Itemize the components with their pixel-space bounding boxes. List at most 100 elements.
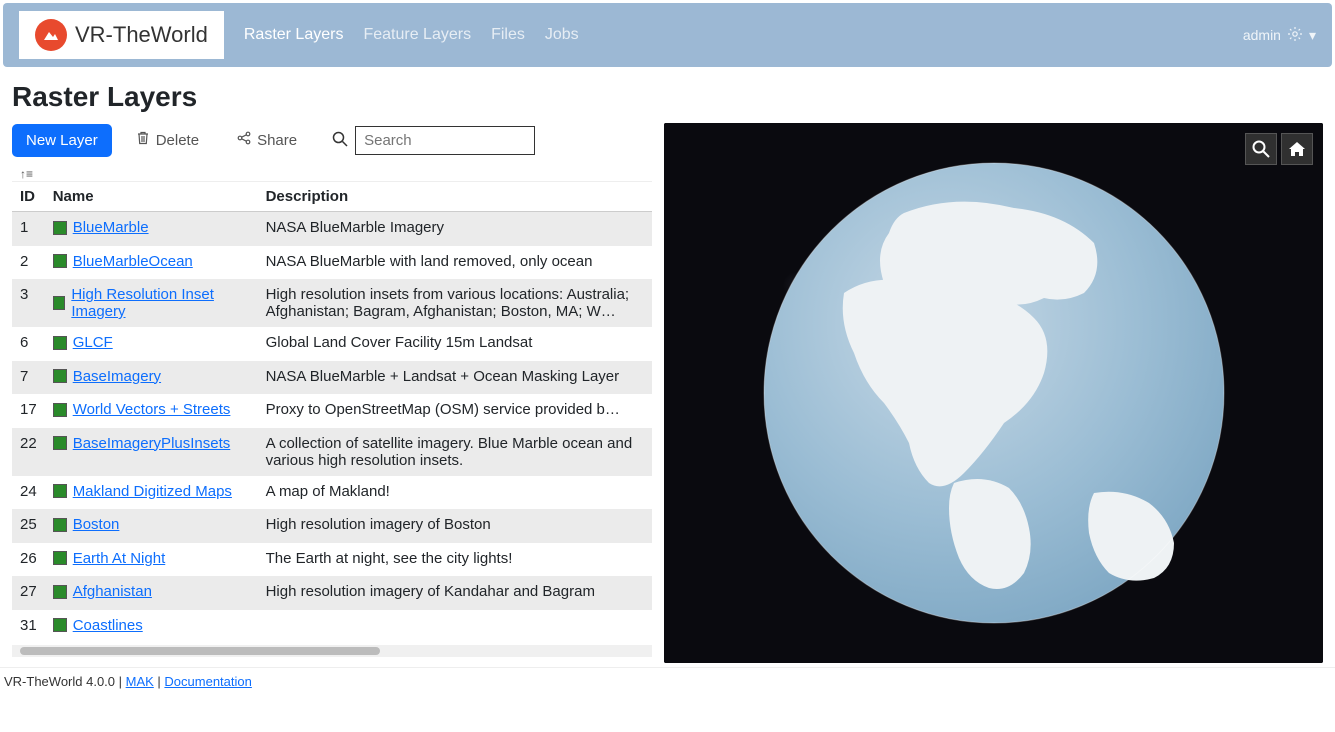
table-row[interactable]: 24Makland Digitized MapsA map of Makland… [12, 476, 652, 510]
footer: VR-TheWorld 4.0.0 | MAK | Documentation [0, 667, 1335, 695]
layer-link[interactable]: GLCF [73, 334, 113, 351]
cell-id: 2 [12, 246, 45, 280]
share-label: Share [257, 132, 297, 149]
table-row[interactable]: 26Earth At NightThe Earth at night, see … [12, 543, 652, 577]
sort-icon[interactable]: ↑≡ [12, 163, 652, 181]
globe-controls [1245, 133, 1313, 165]
layer-icon [53, 585, 67, 599]
layer-icon [53, 436, 67, 450]
cell-id: 27 [12, 576, 45, 610]
cell-id: 26 [12, 543, 45, 577]
nav-feature-layers[interactable]: Feature Layers [363, 26, 471, 44]
cell-id: 1 [12, 212, 45, 246]
table-row[interactable]: 17 World Vectors + Streets Proxy to OpenSt… [12, 394, 652, 428]
delete-label: Delete [156, 132, 199, 149]
search-wrap [331, 126, 535, 155]
cell-name: Makland Digitized Maps [45, 476, 258, 510]
col-name[interactable]: Name [45, 182, 258, 212]
footer-mak-link[interactable]: MAK [126, 674, 154, 689]
footer-doc-link[interactable]: Documentation [164, 674, 251, 689]
toolbar: New Layer Delete Share [12, 123, 652, 157]
cell-id: 25 [12, 509, 45, 543]
cell-description: A collection of satellite imagery. Blue … [258, 428, 652, 476]
layer-link[interactable]: Coastlines [73, 617, 143, 634]
globe-viewer[interactable] [664, 123, 1323, 663]
cell-id: 17 [12, 394, 45, 428]
layer-link[interactable]: BaseImagery [73, 368, 161, 385]
cell-id: 22 [12, 428, 45, 476]
nav-raster-layers[interactable]: Raster Layers [244, 26, 344, 44]
cell-name: Afghanistan [45, 576, 258, 610]
brand: VR-TheWorld [19, 11, 224, 59]
top-navbar: VR-TheWorld Raster Layers Feature Layers… [3, 3, 1332, 67]
user-menu[interactable]: admin ▾ [1243, 26, 1316, 45]
layer-link[interactable]: Earth At Night [73, 550, 166, 567]
search-input[interactable] [355, 126, 535, 155]
cell-id: 31 [12, 610, 45, 644]
share-icon [237, 131, 251, 149]
table-row[interactable]: 6 GLCF Global Land Cover Facility 15m Land… [12, 327, 652, 361]
cell-description: NASA BlueMarble + Landsat + Ocean Maskin… [258, 361, 652, 395]
table-row[interactable]: 1 BlueMarble NASA BlueMarble Imagery [12, 212, 652, 246]
table-wrap[interactable]: ID Name Description 1 BlueMarble NASA Blue… [12, 181, 652, 643]
left-panel: New Layer Delete Share ↑≡ ID Name [12, 123, 652, 663]
share-button[interactable]: Share [223, 123, 311, 157]
layer-icon [53, 518, 67, 532]
cell-name: BaseImagery [45, 361, 258, 395]
cell-description: Global Land Cover Facility 15m Landsat [258, 327, 652, 361]
layer-icon [53, 336, 67, 350]
page-title: Raster Layers [12, 81, 1323, 113]
cell-id: 7 [12, 361, 45, 395]
layer-link[interactable]: Makland Digitized Maps [73, 483, 232, 500]
cell-description: High resolution imagery of Kandahar and … [258, 576, 652, 610]
cell-name: Coastlines [45, 610, 258, 644]
globe-home-button[interactable] [1281, 133, 1313, 165]
layer-icon [53, 296, 66, 310]
layers-table: ID Name Description 1 BlueMarble NASA Blue… [12, 182, 652, 643]
brand-text: VR-TheWorld [75, 22, 208, 48]
nav-items: Raster Layers Feature Layers Files Jobs [244, 26, 579, 44]
layer-link[interactable]: BaseImageryPlusInsets [73, 435, 231, 452]
delete-button[interactable]: Delete [122, 123, 213, 157]
layer-icon [53, 221, 67, 235]
cell-description: High resolution imagery of Boston [258, 509, 652, 543]
cell-name: BaseImageryPlusInsets [45, 428, 258, 476]
layer-link[interactable]: BlueMarble [73, 219, 149, 236]
cell-description: NASA BlueMarble Imagery [258, 212, 652, 246]
layer-link[interactable]: Boston [73, 516, 120, 533]
search-icon [331, 130, 349, 151]
table-row[interactable]: 3High Resolution Inset ImageryHigh resol… [12, 279, 652, 327]
cell-description: High resolution insets from various loca… [258, 279, 652, 327]
globe-search-button[interactable] [1245, 133, 1277, 165]
cell-id: 6 [12, 327, 45, 361]
table-row[interactable]: 2BlueMarbleOceanNASA BlueMarble with lan… [12, 246, 652, 280]
col-description[interactable]: Description [258, 182, 652, 212]
table-row[interactable]: 31 Coastlines [12, 610, 652, 644]
new-layer-button[interactable]: New Layer [12, 124, 112, 157]
nav-jobs[interactable]: Jobs [545, 26, 579, 44]
table-row[interactable]: 22 BaseImageryPlusInsets A collection of s… [12, 428, 652, 476]
cell-name: BlueMarble [45, 212, 258, 246]
col-id[interactable]: ID [12, 182, 45, 212]
cell-name: BlueMarbleOcean [45, 246, 258, 280]
trash-icon [136, 131, 150, 149]
nav-files[interactable]: Files [491, 26, 525, 44]
layer-link[interactable]: Afghanistan [73, 583, 152, 600]
cell-name: World Vectors + Streets [45, 394, 258, 428]
horizontal-scrollbar[interactable] [12, 645, 652, 657]
globe [754, 153, 1234, 633]
layer-link[interactable]: World Vectors + Streets [73, 401, 231, 418]
cell-name: Earth At Night [45, 543, 258, 577]
layer-icon [53, 484, 67, 498]
layer-link[interactable]: BlueMarbleOcean [73, 253, 193, 270]
cell-description: Proxy to OpenStreetMap (OSM) service pro… [258, 394, 652, 428]
gear-icon [1287, 26, 1303, 45]
table-row[interactable]: 25 Boston High resolution imagery of Bosto… [12, 509, 652, 543]
table-row[interactable]: 7 BaseImagery NASA BlueMarble + Landsat + … [12, 361, 652, 395]
cell-name: High Resolution Inset Imagery [45, 279, 258, 327]
layer-icon [53, 551, 67, 565]
cell-description: A map of Makland! [258, 476, 652, 510]
layer-link[interactable]: High Resolution Inset Imagery [71, 286, 249, 320]
brand-logo-icon [35, 19, 67, 51]
table-row[interactable]: 27 Afghanistan High resolution imagery of … [12, 576, 652, 610]
